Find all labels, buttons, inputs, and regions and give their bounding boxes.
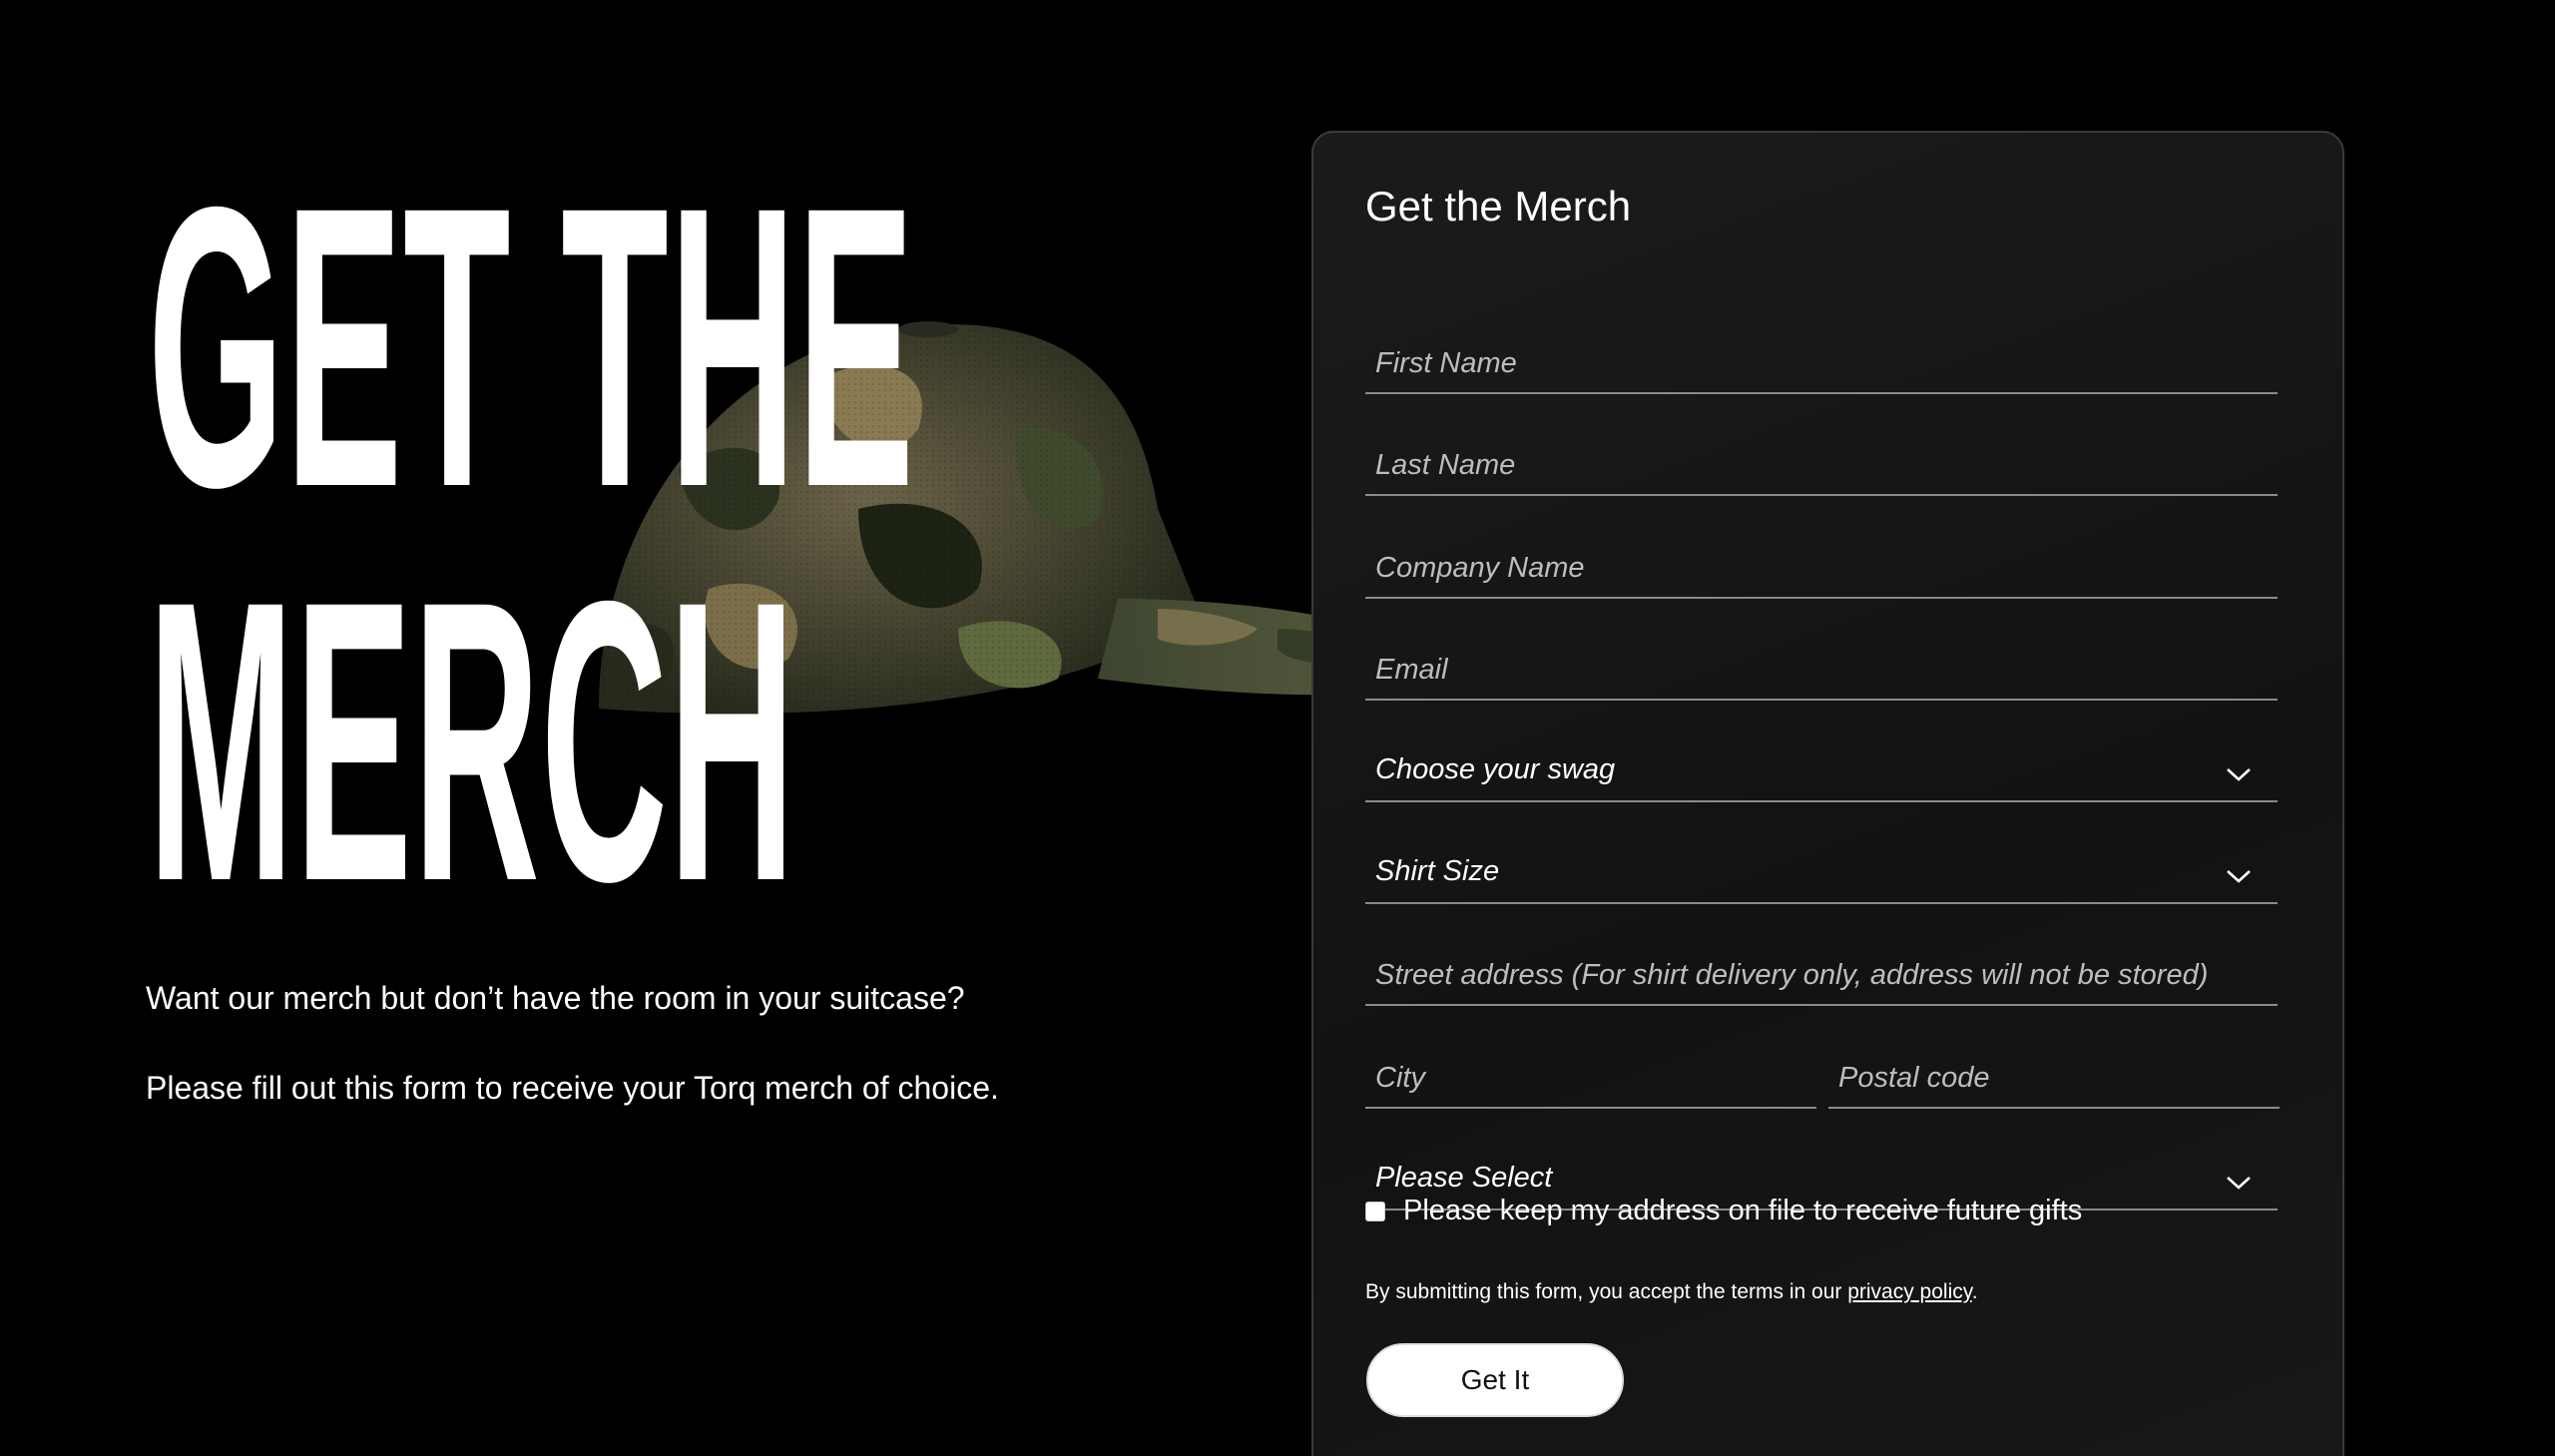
chevron-down-icon xyxy=(2227,768,2251,781)
intro-text: Want our merch but don’t have the room i… xyxy=(146,976,1244,1156)
intro-paragraph-1: Want our merch but don’t have the room i… xyxy=(146,980,965,1016)
last-name-input[interactable] xyxy=(1365,436,2278,494)
company-name-input[interactable] xyxy=(1365,539,2278,597)
email-input[interactable] xyxy=(1365,641,2278,699)
keep-address-checkbox[interactable] xyxy=(1365,1201,1385,1221)
first-name-input[interactable] xyxy=(1365,334,2278,392)
chevron-down-icon xyxy=(2227,870,2251,883)
keep-address-checkbox-row[interactable]: Please keep my address on file to receiv… xyxy=(1365,1195,2082,1227)
street-address-field xyxy=(1365,944,2278,1006)
shirt-size-select[interactable]: Shirt Size xyxy=(1365,842,2278,904)
keep-address-label: Please keep my address on file to receiv… xyxy=(1403,1195,2083,1226)
legal-notice: By submitting this form, you accept the … xyxy=(1365,1280,1978,1304)
chevron-down-icon xyxy=(2227,1177,2251,1190)
postal-code-input[interactable] xyxy=(1828,1049,2280,1107)
swag-select-value: Choose your swag xyxy=(1375,753,1616,785)
postal-code-field xyxy=(1828,1047,2280,1109)
page: GET THE MERCH Want our merch but don’t h… xyxy=(0,0,2555,1456)
email-field xyxy=(1365,639,2278,701)
legal-prefix: By submitting this form, you accept the … xyxy=(1365,1280,1848,1303)
merch-form: Get the Merch Choose your swag Shirt Siz… xyxy=(1311,131,2344,1456)
hero-title-line-2: MERCH xyxy=(148,518,796,964)
last-name-field xyxy=(1365,434,2278,496)
city-input[interactable] xyxy=(1365,1049,1816,1107)
first-name-field xyxy=(1365,332,2278,394)
form-title: Get the Merch xyxy=(1365,183,1632,230)
intro-paragraph-2: Please fill out this form to receive you… xyxy=(146,1070,999,1106)
company-name-field xyxy=(1365,537,2278,599)
hero-title: GET THE MERCH xyxy=(148,124,915,964)
swag-select[interactable]: Choose your swag xyxy=(1365,740,2278,802)
legal-suffix: . xyxy=(1971,1280,1978,1303)
privacy-policy-link[interactable]: privacy policy xyxy=(1847,1280,1971,1303)
hero-title-line-1: GET THE xyxy=(148,124,915,570)
get-it-button[interactable]: Get It xyxy=(1366,1343,1624,1417)
shirt-size-select-value: Shirt Size xyxy=(1375,855,1500,887)
city-field xyxy=(1365,1047,1816,1109)
country-select-value: Please Select xyxy=(1375,1162,1553,1194)
street-address-input[interactable] xyxy=(1365,946,2278,1004)
